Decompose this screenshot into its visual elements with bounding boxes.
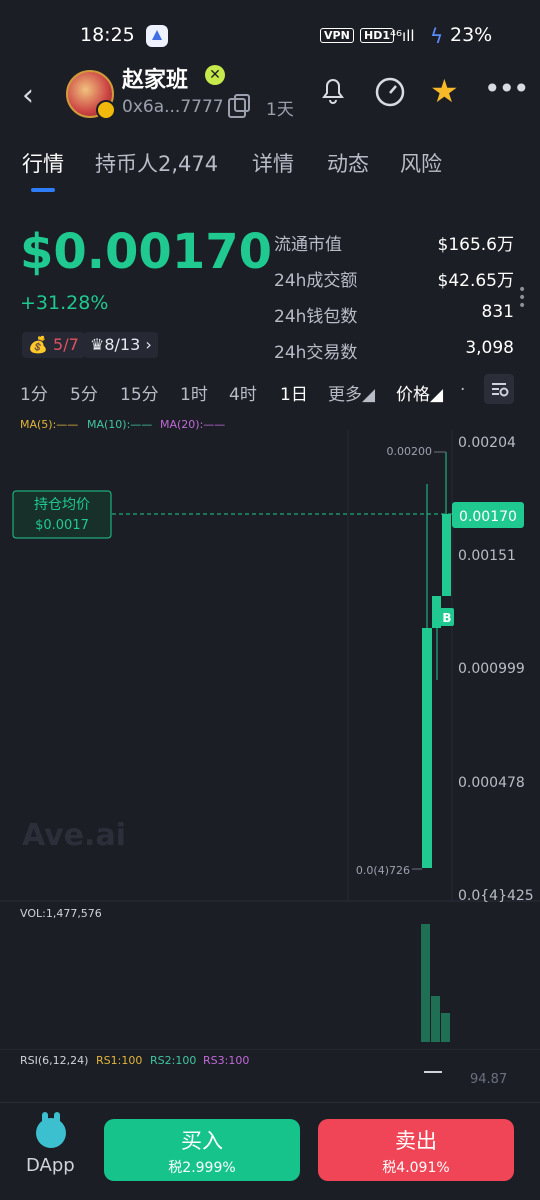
smart-money-count: 5/7 — [53, 335, 79, 354]
y-axis-label: 0.00204 — [458, 435, 516, 451]
high-label: 0.00200 — [387, 445, 433, 458]
volume-bar — [431, 996, 440, 1042]
token-address: 0x6a...7777 — [122, 97, 224, 117]
battery-level: 23% — [450, 24, 493, 46]
tab-holders[interactable]: 持币人2,474 — [95, 148, 218, 178]
low-label: 0.0(4)726 — [356, 864, 410, 877]
stats-more-icon[interactable]: • • • — [518, 283, 526, 313]
more-options-icon[interactable]: ••• — [484, 72, 530, 105]
app-notification-icon — [146, 25, 168, 47]
token-avatar — [66, 70, 116, 120]
candle — [422, 628, 432, 868]
kol-badge[interactable]: ♛8/13 › — [84, 332, 158, 358]
back-arrow-icon[interactable]: ‹ — [22, 78, 34, 113]
status-time: 18:25 — [80, 24, 135, 46]
rsi-rs3: RS3:100 — [203, 1054, 250, 1067]
price-mode-select[interactable]: 价格◢ — [396, 380, 443, 405]
stat-label: 流通市值 — [274, 235, 342, 255]
price-change: +31.28% — [20, 292, 109, 314]
stat-label: 24h成交额 — [274, 271, 358, 291]
stat-value: 3,098 — [465, 338, 514, 358]
y-axis-label: 0.0{4}425 — [458, 888, 534, 904]
tab-details[interactable]: 详情 — [252, 148, 294, 178]
timeframe-1d[interactable]: 1日 — [280, 380, 308, 405]
dapp-label[interactable]: DApp — [26, 1155, 75, 1176]
stat-label: 24h交易数 — [274, 343, 358, 363]
copy-icon[interactable] — [228, 94, 250, 118]
bell-icon[interactable] — [320, 76, 346, 104]
stat-value: $42.65万 — [437, 271, 514, 291]
favorite-star-icon[interactable]: ★ — [430, 72, 459, 110]
timeframe-5m[interactable]: 5分 — [70, 380, 98, 405]
price-chart[interactable]: 持仓均价 $0.0017 0.00200 0.0(4)726 B 0.00204… — [0, 430, 540, 910]
token-name: 赵家班 — [122, 68, 189, 93]
tab-market[interactable]: 行情 — [22, 148, 64, 178]
avg-price-title: 持仓均价 — [34, 497, 90, 513]
volume-bar — [441, 1013, 450, 1042]
timeframe-more[interactable]: 更多◢ — [328, 380, 375, 405]
vpn-badge: VPN — [320, 28, 354, 43]
status-bar: 18:25 VPN HD1 ⁴⁶ıll ϟ 23% — [0, 0, 540, 70]
chart-settings-icon[interactable] — [484, 374, 514, 404]
y-axis-label: 0.000999 — [458, 661, 525, 677]
charging-icon: ϟ — [430, 24, 444, 48]
dapp-icon[interactable] — [36, 1112, 66, 1148]
rsi-rs1: RS1:100 — [96, 1054, 143, 1067]
sell-button[interactable]: 卖出 税4.091% — [318, 1119, 514, 1181]
sell-tax: 税4.091% — [382, 1160, 450, 1176]
hd-badge: HD1 — [360, 28, 394, 43]
main-tabs: 行情 持币人2,474 详情 动态 风险 — [0, 148, 540, 198]
buy-tax: 税2.999% — [168, 1160, 236, 1176]
sell-label: 卖出 — [395, 1129, 437, 1153]
token-age: 1天 — [266, 100, 294, 120]
timeframe-1h[interactable]: 1时 — [180, 380, 208, 405]
y-axis-label: 0.00151 — [458, 548, 516, 564]
rsi-label: RSI(6,12,24) — [20, 1054, 89, 1067]
buy-marker-label: B — [442, 611, 451, 625]
signal-icon: ⁴⁶ıll — [390, 27, 415, 45]
volume-label: VOL:1,477,576 — [20, 907, 102, 920]
stat-value: $165.6万 — [437, 235, 514, 255]
stat-label: 24h钱包数 — [274, 307, 358, 327]
active-tab-indicator — [31, 188, 55, 192]
speed-gauge-icon[interactable] — [374, 76, 406, 108]
timeframe-1m[interactable]: 1分 — [20, 380, 48, 405]
avg-price-value: $0.0017 — [35, 518, 89, 533]
current-price-tag-text: 0.00170 — [459, 509, 517, 525]
token-header: ‹ 赵家班 ✕ 0x6a...7777 1天 ★ ••• — [0, 65, 540, 140]
timeframe-4h[interactable]: 4时 — [229, 380, 257, 405]
candle — [432, 596, 441, 628]
rsi-line — [424, 1071, 442, 1073]
y-axis-label: 0.000478 — [458, 775, 525, 791]
timeframe-15m[interactable]: 15分 — [120, 380, 159, 405]
volume-chart — [0, 924, 540, 1050]
volume-bar — [421, 924, 430, 1042]
chain-icon — [96, 100, 116, 120]
stat-value: 831 — [481, 302, 514, 322]
tab-activity[interactable]: 动态 — [327, 148, 369, 178]
rsi-rs2: RS2:100 — [150, 1054, 197, 1067]
candle — [442, 514, 451, 596]
rsi-axis-value: 94.87 — [470, 1072, 508, 1087]
tab-risk[interactable]: 风险 — [400, 148, 442, 178]
current-price: $0.00170 — [20, 224, 273, 280]
timeframe-dot: · — [460, 380, 466, 400]
verified-icon: ✕ — [205, 65, 225, 85]
buy-button[interactable]: 买入 税2.999% — [104, 1119, 300, 1181]
buy-label: 买入 — [181, 1129, 223, 1153]
smart-money-badge[interactable]: 💰 5/7 — [22, 332, 85, 358]
kol-count: 8/13 — [104, 335, 141, 354]
